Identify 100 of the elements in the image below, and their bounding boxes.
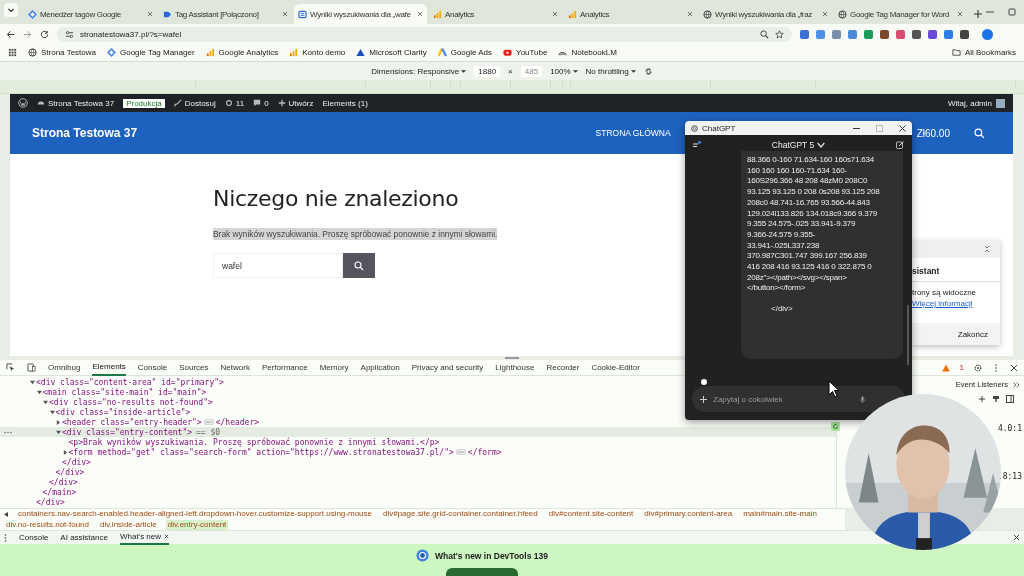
customize-link[interactable]: Dostosuj [173,98,216,108]
star-icon[interactable] [775,29,784,39]
new-tab-icon[interactable] [973,9,983,19]
bookmark[interactable]: Microsoft Clarity [356,48,427,57]
browser-tab[interactable]: Analytics [429,4,562,24]
collapsed-arrow-icon[interactable] [62,449,68,455]
collapsed-arrow-icon[interactable] [56,419,61,425]
expanded-arrow-icon[interactable] [56,429,61,435]
search-button[interactable] [343,253,375,278]
reload-icon[interactable] [40,29,49,39]
devtools-tab[interactable]: Cookie-Editor [591,359,640,376]
zoom-icon[interactable] [760,29,769,39]
microphone-icon[interactable] [859,395,866,403]
bookmark[interactable]: Strona Testowa [28,48,96,57]
close-icon[interactable] [1010,363,1018,372]
close-icon[interactable] [164,534,170,539]
height-field[interactable]: 485 [520,65,543,77]
devtools-tab[interactable]: Privacy and security [411,359,484,376]
close-icon[interactable] [899,124,906,132]
bookmark[interactable]: Google Ads [437,48,493,57]
breadcrumb[interactable]: div#content.site-content [546,509,636,519]
dom-node[interactable]: <header class="entry-header"> [62,417,202,427]
greeting-link[interactable]: Witaj, admin [948,98,992,108]
device-toggle-icon[interactable] [27,363,36,372]
dom-node[interactable]: <div class="content-area" id="primary"> [36,377,224,387]
user-avatar[interactable] [996,98,1005,108]
sidebar-icon[interactable] [693,141,701,149]
dom-node[interactable]: <div class="entry-content"> [62,427,193,437]
devtools-tab[interactable]: Lighthouse [495,359,535,376]
breadcrumb[interactable]: div#primary.content-area [642,509,735,519]
dom-node[interactable]: <main class="site-main" id="main"> [42,387,207,397]
throttling-dropdown[interactable]: No throttling [585,66,636,76]
chevron-icon[interactable] [817,141,826,149]
inspect-icon[interactable] [6,363,15,372]
expanded-arrow-icon[interactable] [49,409,55,415]
bookmark[interactable]: Konto demo [289,48,346,57]
bookmark[interactable]: NotebookLM [558,48,617,57]
site-info-icon[interactable] [65,29,74,39]
warning-icon[interactable] [941,363,950,372]
sidebar-icon[interactable] [1006,395,1014,403]
close-icon[interactable] [1013,534,1020,541]
more-icon[interactable] [4,533,7,542]
new-link[interactable]: Utwórz [277,98,314,108]
browser-tab[interactable]: Wyniki wyszukiwania dla „wafe [294,4,427,24]
more-info-link[interactable]: Więcej informacji [912,299,973,308]
edit-icon[interactable] [896,141,904,149]
devtools-tab[interactable]: Elements [92,359,126,376]
dom-node[interactable]: <div class="no-results not-found"> [49,397,213,407]
site-menu[interactable]: Strona Testowa 37 [37,98,115,108]
chevrons-icon[interactable] [1013,381,1020,388]
breadcrumb[interactable]: div#page.site.grid-container.container.hfeed [381,509,540,519]
message-input[interactable]: Zapytaj o cokolwiek [713,394,853,404]
devtools-tab[interactable]: Memory [319,359,349,376]
bookmark[interactable]: YouTube [503,48,548,57]
message-field[interactable]: Zapytaj o cokolwiek [692,386,905,412]
browser-tab[interactable]: Wyniki wyszukiwania dla „fraz [699,4,832,24]
apps-icon[interactable] [8,48,17,57]
browser-tab[interactable]: Analytics [564,4,697,24]
devtools-tab[interactable]: Application [360,359,400,376]
breadcrumb[interactable]: div.inside-article [98,520,159,530]
bookmark[interactable]: Google Analytics [205,48,279,57]
site-title[interactable]: Strona Testowa 37 [32,126,138,140]
settings-icon[interactable] [974,363,982,372]
updates-link[interactable]: 11 [224,98,245,108]
dom-node[interactable]: <div class="inside-article"> [55,407,191,417]
breadcrumb[interactable]: containers.nav-search-enabled.header-aligned-left.dropdown-hover.customize-support.using-mouse [16,509,374,519]
devtools-tab[interactable]: Omnibug [48,359,81,376]
all-bookmarks-link[interactable]: All Bookmarks [964,48,1016,57]
width-field[interactable]: 1880 [474,65,501,77]
back-icon[interactable] [6,29,15,39]
devtools-tab[interactable]: Performance [261,359,308,376]
breadcrumb[interactable]: main#main.site-main [741,509,819,519]
forward-icon[interactable] [23,29,32,39]
dom-node[interactable]: <form method="get" class="search-form" action="https://www.stronatestowa37.pl/"> [68,447,454,457]
paint-icon[interactable] [992,395,1000,403]
plus-icon[interactable] [978,395,986,403]
search-icon[interactable] [974,127,985,139]
browser-tab[interactable]: Google Tag Manager for Word [834,4,967,24]
scroll-left-icon[interactable] [4,511,9,517]
expanded-arrow-icon[interactable] [36,389,42,395]
profile-avatar[interactable] [982,28,993,40]
devtools-tab[interactable]: Network [220,359,250,376]
comments-link[interactable]: 0 [253,98,269,108]
tab-search-icon[interactable] [4,3,18,17]
model-selector[interactable]: ChatGPT 5 [771,140,815,150]
drawer-tab[interactable]: Console [19,530,49,545]
devtools-tab[interactable]: Sources [179,359,209,376]
search-field[interactable]: wafel [213,253,343,278]
devtools-tab[interactable]: Console [137,359,168,376]
zoom-dropdown[interactable]: 100% [550,66,578,76]
rotate-icon[interactable] [643,66,653,76]
dimensions-dropdown[interactable]: Dimensions: Responsive [371,66,467,76]
expanded-arrow-icon[interactable] [43,399,48,405]
address-bar[interactable]: stronatestowa37.pl/?s=wafel [57,26,792,42]
breadcrumb[interactable]: div.entry-content [165,520,229,530]
drawer-tab[interactable]: AI assistance [60,530,108,545]
cart-total[interactable]: Zł60.00 [916,127,950,139]
finish-button[interactable]: Zakończ [957,329,988,339]
drawer-button[interactable] [446,568,518,576]
bookmark[interactable]: Google Tag Manager [107,48,195,57]
